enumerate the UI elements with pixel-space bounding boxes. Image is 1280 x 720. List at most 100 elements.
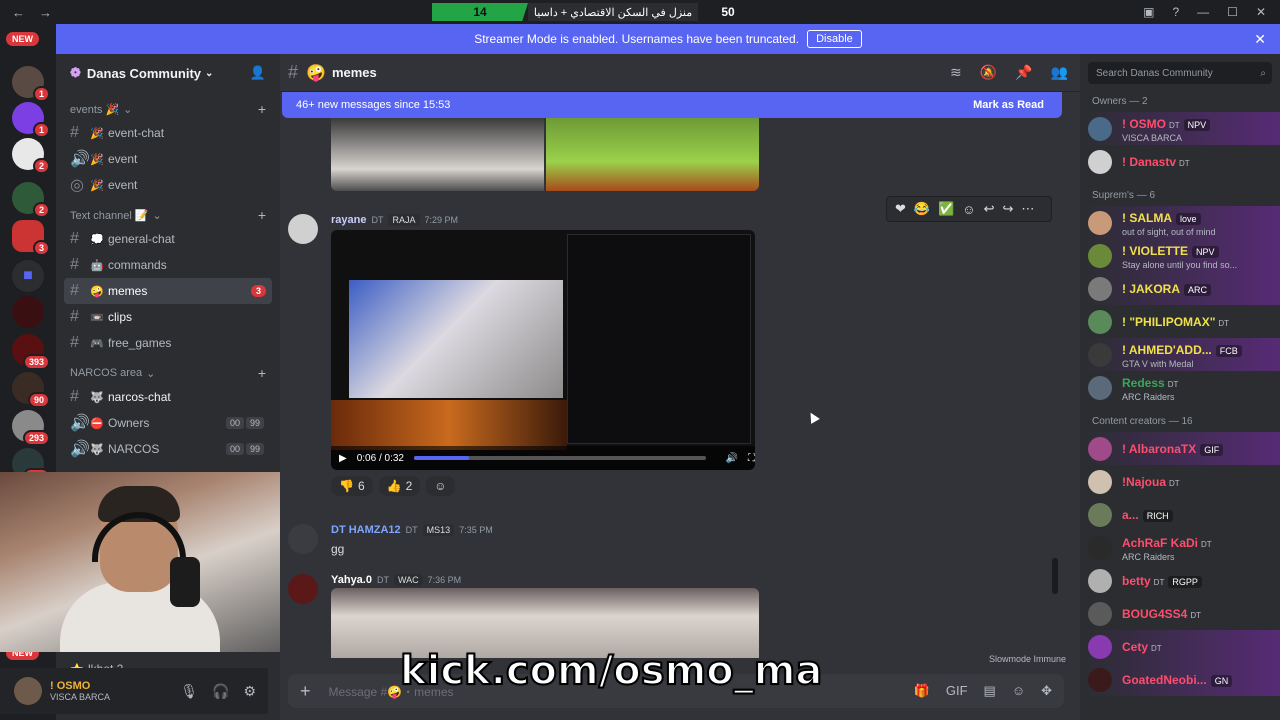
- plus-icon[interactable]: +: [300, 681, 311, 702]
- server-icon[interactable]: 1: [12, 66, 50, 102]
- server-icon[interactable]: 1: [12, 102, 50, 138]
- volume-icon[interactable]: 🔊: [726, 453, 738, 464]
- minimize-icon[interactable]: —: [1197, 5, 1209, 19]
- member-item[interactable]: betty DT RGPP: [1080, 564, 1280, 597]
- server-icon[interactable]: [12, 296, 44, 328]
- member-item[interactable]: ! AHMED'ADD... FCB GTA V with Medal: [1080, 338, 1280, 371]
- member-item[interactable]: ! JAKORA ARC: [1080, 272, 1280, 305]
- guild-header[interactable]: ❁ Danas Community ⌄ 👤: [56, 54, 280, 92]
- pin-icon[interactable]: 📌: [1015, 64, 1032, 81]
- member-item[interactable]: ! Danastv DT: [1080, 145, 1280, 178]
- add-reaction-button[interactable]: ☺: [426, 476, 455, 496]
- member-item[interactable]: Redess DT ARC Raiders: [1080, 371, 1280, 404]
- image-attachment[interactable]: [331, 118, 759, 191]
- member-item[interactable]: Cety DT: [1080, 630, 1280, 663]
- forward-arrow-icon[interactable]: →: [39, 5, 52, 20]
- folder-icon[interactable]: ■: [12, 260, 44, 292]
- member-status: out of sight, out of mind: [1122, 226, 1216, 237]
- members-icon[interactable]: 👥: [1051, 64, 1068, 81]
- channel-item-general-chat[interactable]: # 💭 general-chat: [64, 226, 272, 252]
- mark-as-read-button[interactable]: Mark as Read: [973, 99, 1044, 111]
- close-icon[interactable]: ✕: [1254, 31, 1266, 48]
- inbox-icon[interactable]: ▣: [1143, 5, 1154, 19]
- member-suffix: DT: [1169, 120, 1180, 130]
- new-messages-bar[interactable]: 46+ new messages since 15:53 Mark as Rea…: [282, 92, 1062, 118]
- channel-category[interactable]: events 🎉 ⌄ +: [56, 98, 280, 120]
- voice-limit: 99: [245, 443, 264, 455]
- disable-button[interactable]: Disable: [807, 30, 862, 48]
- channel-item-narcos[interactable]: 🔊 🐺 NARCOS 00 99: [64, 436, 272, 462]
- check-reaction-icon[interactable]: ✅: [938, 201, 954, 217]
- gift-icon[interactable]: 🎁: [914, 683, 930, 699]
- avatar[interactable]: [14, 677, 42, 705]
- reaction-thumbs-up[interactable]: 👍 2: [378, 476, 421, 496]
- laugh-reaction-icon[interactable]: 😂: [914, 201, 930, 217]
- channel-item-commands[interactable]: # 🤖 commands: [64, 252, 272, 278]
- play-icon[interactable]: ▶: [339, 453, 347, 464]
- server-icon[interactable]: 90: [12, 372, 50, 408]
- channel-item-owners[interactable]: 🔊 ⛔ Owners 00 99: [64, 410, 272, 436]
- reply-icon[interactable]: ↩: [984, 201, 995, 217]
- channel-item-memes[interactable]: # 🤪 memes 3: [64, 278, 272, 304]
- channel-item-clips[interactable]: # 📼 clips: [64, 304, 272, 330]
- mute-icon[interactable]: 🔕: [980, 64, 997, 81]
- channel-emoji: 🤪: [90, 285, 104, 298]
- member-item[interactable]: ! AlbaronaTX GIF: [1080, 432, 1280, 465]
- back-arrow-icon[interactable]: ←: [12, 5, 25, 20]
- channel-item-event-chat[interactable]: # 🎉 event-chat: [64, 120, 272, 146]
- video-progress[interactable]: [413, 456, 706, 460]
- microphone-icon[interactable]: 🎙: [180, 683, 198, 700]
- member-item[interactable]: ! SALMA love out of sight, out of mind: [1080, 206, 1280, 239]
- video-attachment[interactable]: ▶ 0:06 / 0:32 🔊 ⛶: [331, 230, 755, 470]
- channel-item-event[interactable]: 🔊 🎉 event: [64, 146, 272, 172]
- member-item[interactable]: AchRaF KaDi DT ARC Raiders: [1080, 531, 1280, 564]
- message-author[interactable]: DT HAMZA12: [331, 524, 401, 536]
- search-input[interactable]: Search Danas Community ⌕: [1088, 62, 1272, 84]
- text-channel-icon: #: [70, 334, 79, 351]
- member-item[interactable]: !Najoua DT: [1080, 465, 1280, 498]
- add-channel-icon[interactable]: +: [258, 101, 266, 117]
- member-item[interactable]: BOUG4SS4 DT: [1080, 597, 1280, 630]
- scrollbar[interactable]: [1052, 558, 1058, 594]
- add-reaction-icon[interactable]: ☺: [962, 202, 975, 217]
- member-item[interactable]: ! OSMO DT NPV VISCA BARCA: [1080, 112, 1280, 145]
- headphones-icon[interactable]: 🎧: [212, 683, 229, 700]
- threads-icon[interactable]: ≋: [950, 64, 962, 81]
- sticker-icon[interactable]: ▤: [984, 683, 996, 699]
- channel-item-free_games[interactable]: # 🎮 free_games: [64, 330, 272, 356]
- channel-item-event[interactable]: ◎ 🎉 event: [64, 172, 272, 198]
- channel-name: narcos-chat: [108, 390, 171, 404]
- avatar[interactable]: [288, 524, 318, 554]
- server-icon[interactable]: 2: [12, 182, 50, 218]
- avatar[interactable]: [288, 574, 318, 604]
- emoji-icon[interactable]: ☺: [1012, 683, 1025, 699]
- channel-item-narcos-chat[interactable]: # 🐺 narcos-chat: [64, 384, 272, 410]
- maximize-icon[interactable]: ☐: [1227, 5, 1238, 19]
- server-icon[interactable]: 293: [12, 410, 50, 446]
- server-icon[interactable]: 2: [12, 138, 50, 174]
- channel-category[interactable]: NARCOS area ⌄ +: [56, 362, 280, 384]
- reaction-thumbs-down[interactable]: 👎 6: [331, 476, 373, 496]
- member-item[interactable]: a... RICH: [1080, 498, 1280, 531]
- apps-icon[interactable]: ✥: [1041, 683, 1052, 699]
- add-channel-icon[interactable]: +: [258, 365, 266, 381]
- invite-icon[interactable]: 👤: [250, 65, 266, 81]
- message-author[interactable]: rayane: [331, 214, 366, 226]
- avatar[interactable]: [288, 214, 318, 244]
- member-item[interactable]: ! "PHILIPOMAX" DT: [1080, 305, 1280, 338]
- more-icon[interactable]: ⋯: [1021, 201, 1034, 217]
- gear-icon[interactable]: ⚙: [243, 683, 256, 700]
- heart-reaction-icon[interactable]: ❤: [895, 201, 906, 217]
- server-icon[interactable]: 393: [12, 334, 50, 370]
- member-item[interactable]: GoatedNeobi... GN: [1080, 663, 1280, 696]
- forward-icon[interactable]: ↪: [1002, 201, 1013, 217]
- server-icon[interactable]: 3: [12, 220, 50, 256]
- fullscreen-icon[interactable]: ⛶: [748, 453, 755, 464]
- member-item[interactable]: ! VIOLETTE NPV Stay alone until you find s…: [1080, 239, 1280, 272]
- help-icon[interactable]: ?: [1172, 5, 1179, 19]
- channel-category[interactable]: Text channel 📝 ⌄ +: [56, 204, 280, 226]
- gif-icon[interactable]: GIF: [946, 683, 968, 699]
- message-author[interactable]: Yahya.0: [331, 574, 372, 586]
- close-window-icon[interactable]: ✕: [1256, 5, 1266, 19]
- add-channel-icon[interactable]: +: [258, 207, 266, 223]
